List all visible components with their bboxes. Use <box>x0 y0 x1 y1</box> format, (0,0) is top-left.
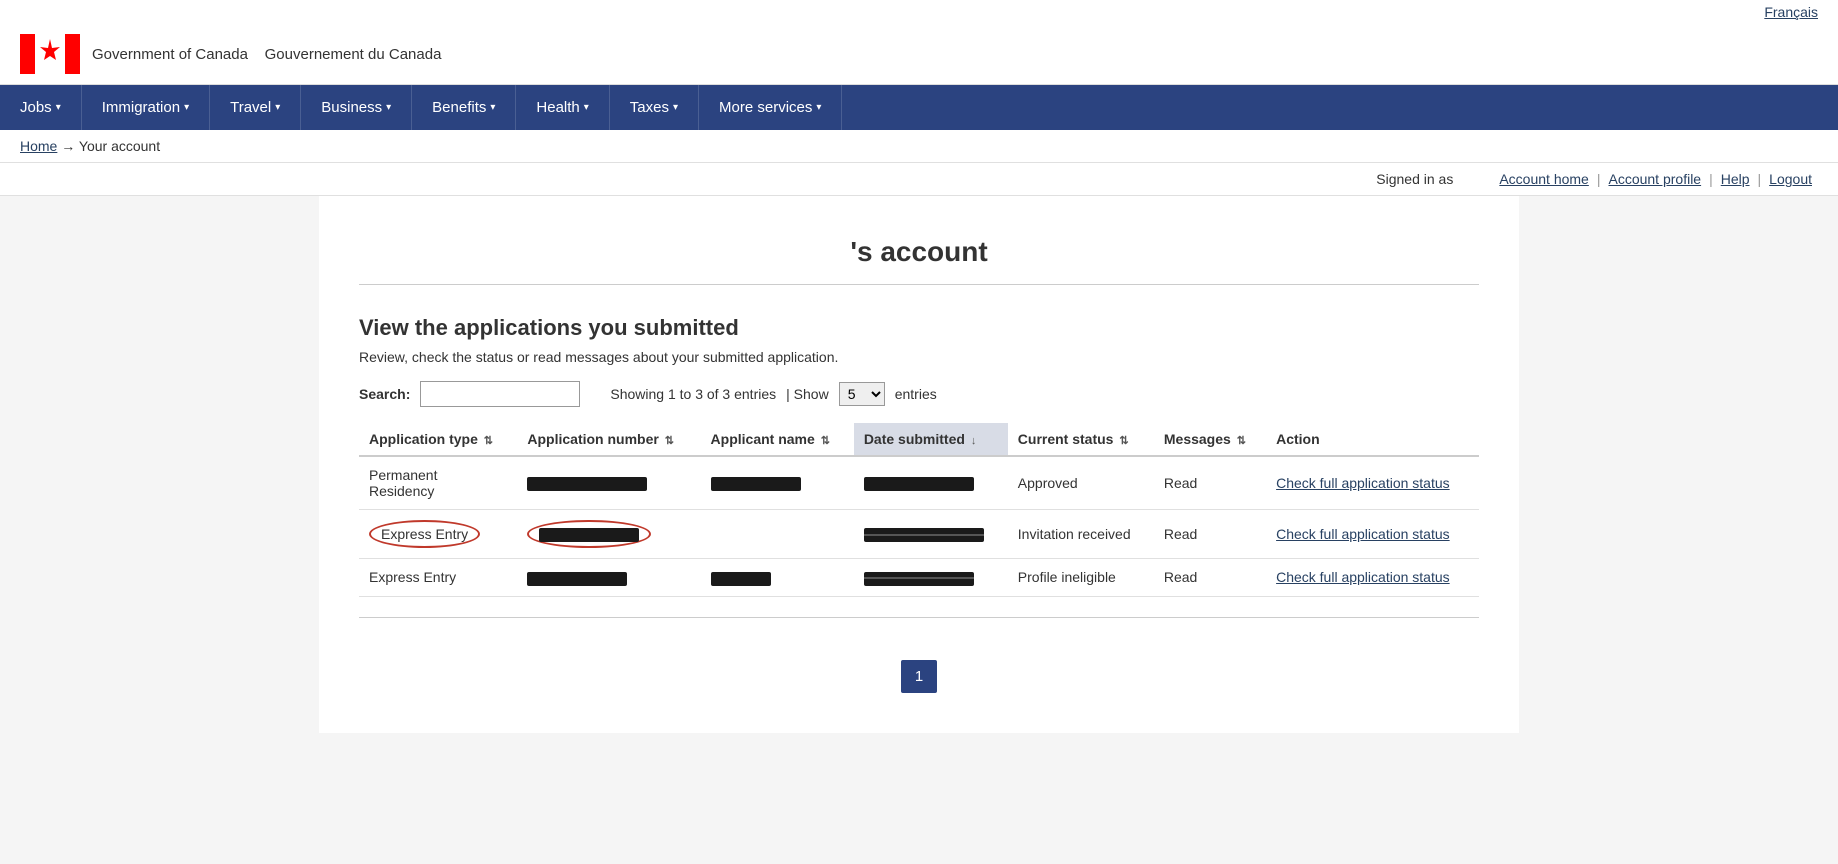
chevron-down-icon: ▾ <box>275 102 280 113</box>
cell-action: Check full application status <box>1266 456 1479 510</box>
chevron-down-icon: ▾ <box>816 102 821 113</box>
cell-app-type: Express Entry <box>359 559 517 596</box>
cell-messages: Read <box>1154 559 1266 596</box>
cell-app-name <box>701 456 854 510</box>
logout-link[interactable]: Logout <box>1769 171 1812 187</box>
show-label: | Show <box>786 386 829 402</box>
sort-arrows-icon: ⇅ <box>484 435 493 447</box>
signed-in-label: Signed in as <box>1376 171 1453 187</box>
chevron-down-icon: ▾ <box>56 102 61 113</box>
chevron-down-icon: ▾ <box>184 102 189 113</box>
cell-app-type: PermanentResidency <box>359 456 517 510</box>
redacted-number <box>527 477 647 491</box>
canada-flag <box>20 34 80 74</box>
table-row: PermanentResidency Approved Read Check f… <box>359 456 1479 510</box>
breadcrumb-home[interactable]: Home <box>20 138 57 154</box>
table-row: Express Entry Profile ineligible Read Ch… <box>359 559 1479 596</box>
cell-date-submitted <box>854 456 1008 510</box>
cell-app-type: Express Entry <box>359 510 517 559</box>
applications-table: Application type ⇅ Application number ⇅ … <box>359 423 1479 597</box>
cell-app-name <box>701 510 854 559</box>
redacted-name <box>711 477 801 491</box>
cell-date-submitted <box>854 559 1008 596</box>
cell-app-name <box>701 559 854 596</box>
col-header-app-type[interactable]: Application type ⇅ <box>359 423 517 456</box>
col-header-messages[interactable]: Messages ⇅ <box>1154 423 1266 456</box>
chevron-down-icon: ▾ <box>386 102 391 113</box>
nav-travel[interactable]: Travel▾ <box>210 85 301 130</box>
nav-health[interactable]: Health▾ <box>516 85 609 130</box>
chevron-down-icon: ▾ <box>584 102 589 113</box>
cell-current-status: Invitation received <box>1008 510 1154 559</box>
main-navigation: Jobs▾ Immigration▾ Travel▾ Business▾ Ben… <box>0 85 1838 130</box>
table-row: Express Entry Invitation received Read <box>359 510 1479 559</box>
search-input[interactable] <box>420 381 580 407</box>
french-link[interactable]: Français <box>1764 4 1818 20</box>
cell-current-status: Approved <box>1008 456 1154 510</box>
check-status-link[interactable]: Check full application status <box>1276 475 1450 491</box>
pagination: 1 <box>359 660 1479 693</box>
col-header-date-submitted[interactable]: Date submitted ↓ <box>854 423 1008 456</box>
chevron-down-icon: ▾ <box>673 102 678 113</box>
sort-arrows-icon: ↓ <box>971 435 977 447</box>
cell-app-number <box>517 456 700 510</box>
redacted-date <box>864 477 974 491</box>
nav-more-services[interactable]: More services▾ <box>699 85 842 130</box>
table-controls: Search: Showing 1 to 3 of 3 entries | Sh… <box>359 381 1479 407</box>
redacted-number <box>539 528 639 542</box>
nav-business[interactable]: Business▾ <box>301 85 412 130</box>
section-description: Review, check the status or read message… <box>359 349 1479 365</box>
check-status-link[interactable]: Check full application status <box>1276 526 1450 542</box>
breadcrumb: Home → Your account <box>0 130 1838 163</box>
cell-app-number <box>517 559 700 596</box>
chevron-down-icon: ▾ <box>490 102 495 113</box>
nav-immigration[interactable]: Immigration▾ <box>82 85 210 130</box>
redacted-number <box>527 572 627 586</box>
account-bar: Signed in as Account home | Account prof… <box>0 163 1838 196</box>
cell-messages: Read <box>1154 456 1266 510</box>
sort-arrows-icon: ⇅ <box>665 435 674 447</box>
cell-action: Check full application status <box>1266 559 1479 596</box>
page-1-button[interactable]: 1 <box>901 660 937 693</box>
highlighted-app-number <box>527 520 651 548</box>
government-title: Government of Canada Gouvernement du Can… <box>92 44 441 65</box>
cell-messages: Read <box>1154 510 1266 559</box>
cell-action: Check full application status <box>1266 510 1479 559</box>
col-header-app-name[interactable]: Applicant name ⇅ <box>701 423 854 456</box>
entries-label: entries <box>895 386 937 402</box>
nav-benefits[interactable]: Benefits▾ <box>412 85 516 130</box>
sort-arrows-icon: ⇅ <box>1237 435 1246 447</box>
nav-taxes[interactable]: Taxes▾ <box>610 85 699 130</box>
search-label: Search: <box>359 386 410 402</box>
sort-arrows-icon: ⇅ <box>1119 435 1128 447</box>
breadcrumb-current: Your account <box>79 138 160 154</box>
breadcrumb-arrow: → <box>61 138 79 154</box>
redacted-name <box>711 572 771 586</box>
showing-text: Showing 1 to 3 of 3 entries <box>610 386 776 402</box>
col-header-current-status[interactable]: Current status ⇅ <box>1008 423 1154 456</box>
cell-current-status: Profile ineligible <box>1008 559 1154 596</box>
account-profile-link[interactable]: Account profile <box>1608 171 1701 187</box>
entries-per-page-select[interactable]: 5 10 25 50 <box>839 382 885 406</box>
col-header-action: Action <box>1266 423 1479 456</box>
sort-arrows-icon: ⇅ <box>821 435 830 447</box>
account-home-link[interactable]: Account home <box>1499 171 1589 187</box>
page-title: 's account <box>359 216 1479 285</box>
help-link[interactable]: Help <box>1721 171 1750 187</box>
section-title: View the applications you submitted <box>359 315 1479 341</box>
col-header-app-number[interactable]: Application number ⇅ <box>517 423 700 456</box>
cell-app-number <box>517 510 700 559</box>
highlighted-app-type: Express Entry <box>369 520 480 548</box>
cell-date-submitted <box>854 510 1008 559</box>
check-status-link[interactable]: Check full application status <box>1276 569 1450 585</box>
nav-jobs[interactable]: Jobs▾ <box>0 85 82 130</box>
